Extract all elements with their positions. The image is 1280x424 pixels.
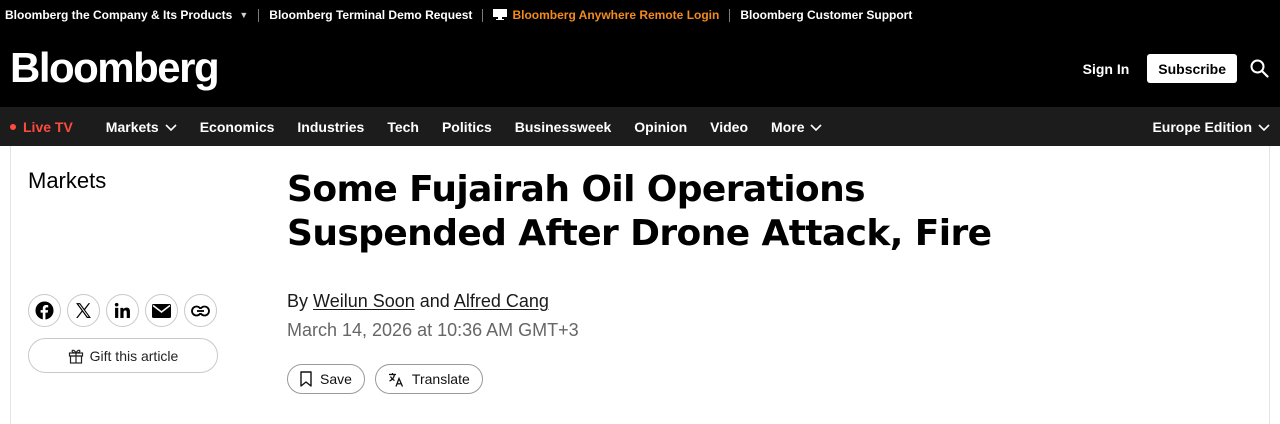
masthead: Bloomberg Sign In Subscribe bbox=[0, 30, 1280, 107]
company-products-label: Bloomberg the Company & Its Products bbox=[5, 8, 233, 22]
nav-label: More bbox=[771, 118, 805, 135]
nav-item-tech[interactable]: Tech bbox=[387, 119, 419, 135]
headline-line-1: Some Fujairah Oil Operations bbox=[287, 169, 866, 210]
utility-bar: Bloomberg the Company & Its Products ▼ B… bbox=[0, 0, 1280, 30]
nav-label: Businessweek bbox=[514, 118, 612, 135]
nav-item-more[interactable]: More bbox=[771, 118, 823, 135]
translate-icon bbox=[388, 372, 404, 387]
nav-label: Tech bbox=[387, 118, 419, 135]
sign-in-link[interactable]: Sign In bbox=[1083, 61, 1130, 77]
bloomberg-logo[interactable]: Bloomberg bbox=[10, 46, 220, 89]
divider bbox=[482, 8, 484, 22]
search-icon[interactable] bbox=[1248, 58, 1270, 80]
nav-label: Markets bbox=[105, 118, 159, 135]
nav-label: Opinion bbox=[634, 118, 688, 135]
nav-items: Live TV Markets Economics Industries Tec… bbox=[10, 119, 845, 135]
bookmark-icon bbox=[300, 371, 312, 387]
byline-prefix: By bbox=[287, 291, 309, 311]
chevron-down-icon bbox=[810, 119, 823, 135]
main-nav: Live TV Markets Economics Industries Tec… bbox=[0, 107, 1280, 146]
x-icon[interactable] bbox=[67, 294, 100, 327]
edition-selector[interactable]: Europe Edition bbox=[1152, 119, 1270, 135]
terminal-demo-link[interactable]: Bloomberg Terminal Demo Request bbox=[269, 8, 472, 22]
masthead-actions: Sign In Subscribe bbox=[1083, 54, 1270, 83]
nav-label: Economics bbox=[199, 118, 275, 135]
publish-date: March 14, 2026 at 10:36 AM GMT+3 bbox=[287, 320, 579, 340]
email-icon[interactable] bbox=[145, 294, 178, 327]
live-tv-label: Live TV bbox=[23, 118, 73, 135]
live-dot-icon bbox=[10, 123, 16, 130]
subscribe-button[interactable]: Subscribe bbox=[1147, 54, 1237, 83]
nav-item-video[interactable]: Video bbox=[710, 119, 748, 135]
divider bbox=[258, 8, 260, 22]
byline: By Weilun Soon and Alfred Cang bbox=[287, 291, 549, 312]
author-link[interactable]: Alfred Cang bbox=[454, 291, 549, 311]
gift-article-button[interactable]: Gift this article bbox=[28, 338, 218, 373]
article-actions: Save Translate bbox=[287, 364, 493, 394]
chevron-down-icon bbox=[1258, 119, 1270, 135]
monitor-icon bbox=[493, 9, 508, 23]
divider bbox=[729, 8, 731, 22]
facebook-icon[interactable] bbox=[28, 294, 61, 327]
anywhere-login-link[interactable]: Bloomberg Anywhere Remote Login bbox=[493, 8, 719, 22]
linkedin-icon[interactable] bbox=[106, 294, 139, 327]
share-buttons bbox=[28, 294, 223, 327]
gift-label: Gift this article bbox=[89, 347, 179, 364]
nav-item-markets[interactable]: Markets bbox=[106, 119, 177, 135]
nav-item-businessweek[interactable]: Businessweek bbox=[515, 119, 612, 135]
save-button[interactable]: Save bbox=[287, 364, 365, 394]
edition-label: Europe Edition bbox=[1152, 118, 1252, 135]
caret-down-icon: ▼ bbox=[239, 10, 249, 20]
section-label[interactable]: Markets bbox=[28, 168, 106, 194]
customer-support-link[interactable]: Bloomberg Customer Support bbox=[740, 8, 912, 22]
author-link[interactable]: Weilun Soon bbox=[313, 291, 415, 311]
nav-label: Industries bbox=[297, 118, 365, 135]
anywhere-login-label: Bloomberg Anywhere Remote Login bbox=[512, 8, 720, 22]
byline-and: and bbox=[419, 291, 450, 311]
company-products-link[interactable]: Bloomberg the Company & Its Products ▼ bbox=[5, 8, 248, 22]
translate-button[interactable]: Translate bbox=[374, 364, 483, 394]
link-icon[interactable] bbox=[184, 294, 217, 327]
chevron-down-icon bbox=[165, 119, 177, 135]
nav-item-live-tv[interactable]: Live TV bbox=[10, 119, 73, 135]
nav-item-politics[interactable]: Politics bbox=[442, 119, 492, 135]
article-header: Markets Some Fujairah Oil Operations Sus… bbox=[10, 146, 1270, 424]
translate-label: Translate bbox=[411, 371, 470, 387]
customer-support-label: Bloomberg Customer Support bbox=[740, 8, 913, 22]
nav-label: Video bbox=[710, 118, 749, 135]
nav-label: Politics bbox=[441, 118, 492, 135]
save-label: Save bbox=[320, 371, 352, 387]
terminal-demo-label: Bloomberg Terminal Demo Request bbox=[269, 8, 473, 22]
article-headline: Some Fujairah Oil Operations Suspended A… bbox=[287, 168, 1067, 256]
gift-icon bbox=[68, 349, 83, 364]
headline-line-2: Suspended After Drone Attack, Fire bbox=[287, 213, 992, 254]
nav-item-economics[interactable]: Economics bbox=[200, 119, 275, 135]
nav-item-opinion[interactable]: Opinion bbox=[634, 119, 687, 135]
nav-item-industries[interactable]: Industries bbox=[297, 119, 364, 135]
